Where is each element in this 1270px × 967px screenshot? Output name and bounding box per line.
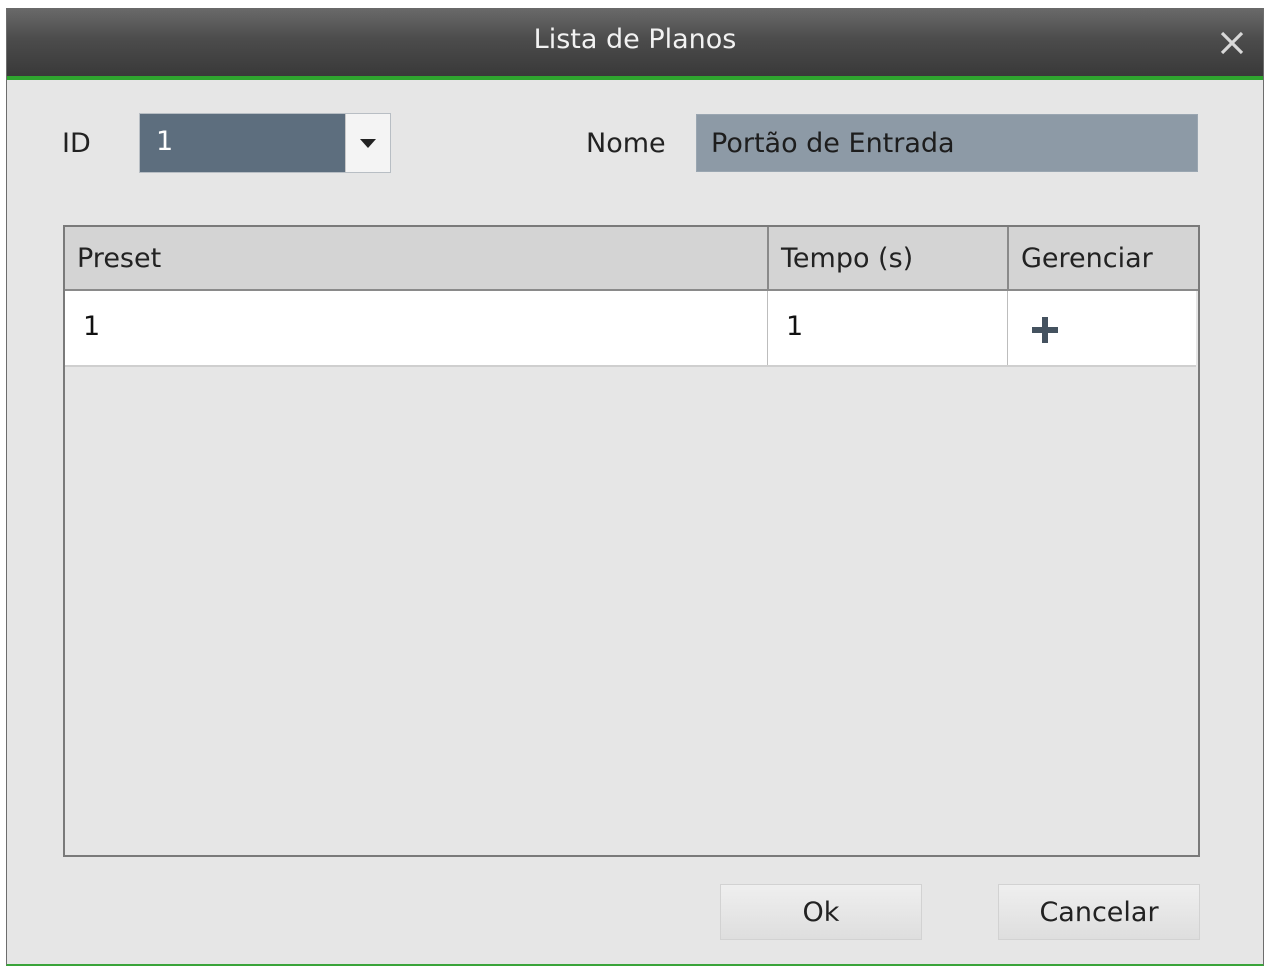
cell-manage: [1007, 291, 1196, 365]
cancel-button[interactable]: Cancelar: [998, 884, 1200, 940]
ok-button[interactable]: Ok: [720, 884, 922, 940]
cell-preset[interactable]: 1: [65, 291, 767, 365]
cell-tempo[interactable]: 1: [767, 291, 1007, 365]
close-icon[interactable]: [1215, 26, 1249, 60]
plus-icon[interactable]: [1030, 315, 1060, 345]
chevron-down-icon[interactable]: [345, 114, 390, 172]
plan-list-dialog: Lista de Planos ID 1 Nome Preset Tempo (…: [6, 8, 1264, 966]
dialog-title: Lista de Planos: [533, 24, 737, 55]
table-header: Preset Tempo (s) Gerenciar: [65, 227, 1198, 291]
id-select[interactable]: 1: [139, 113, 391, 173]
name-label: Nome: [586, 128, 666, 159]
id-label: ID: [62, 128, 91, 159]
column-header-manage: Gerenciar: [1007, 227, 1196, 289]
id-select-value: 1: [156, 126, 174, 157]
column-header-preset: Preset: [77, 243, 162, 274]
table-row[interactable]: 1 1: [65, 291, 1196, 367]
column-header-tempo: Tempo (s): [767, 227, 1007, 289]
title-bar: Lista de Planos: [7, 8, 1263, 80]
presets-table: Preset Tempo (s) Gerenciar 1 1: [63, 225, 1200, 857]
name-field[interactable]: [696, 114, 1198, 172]
